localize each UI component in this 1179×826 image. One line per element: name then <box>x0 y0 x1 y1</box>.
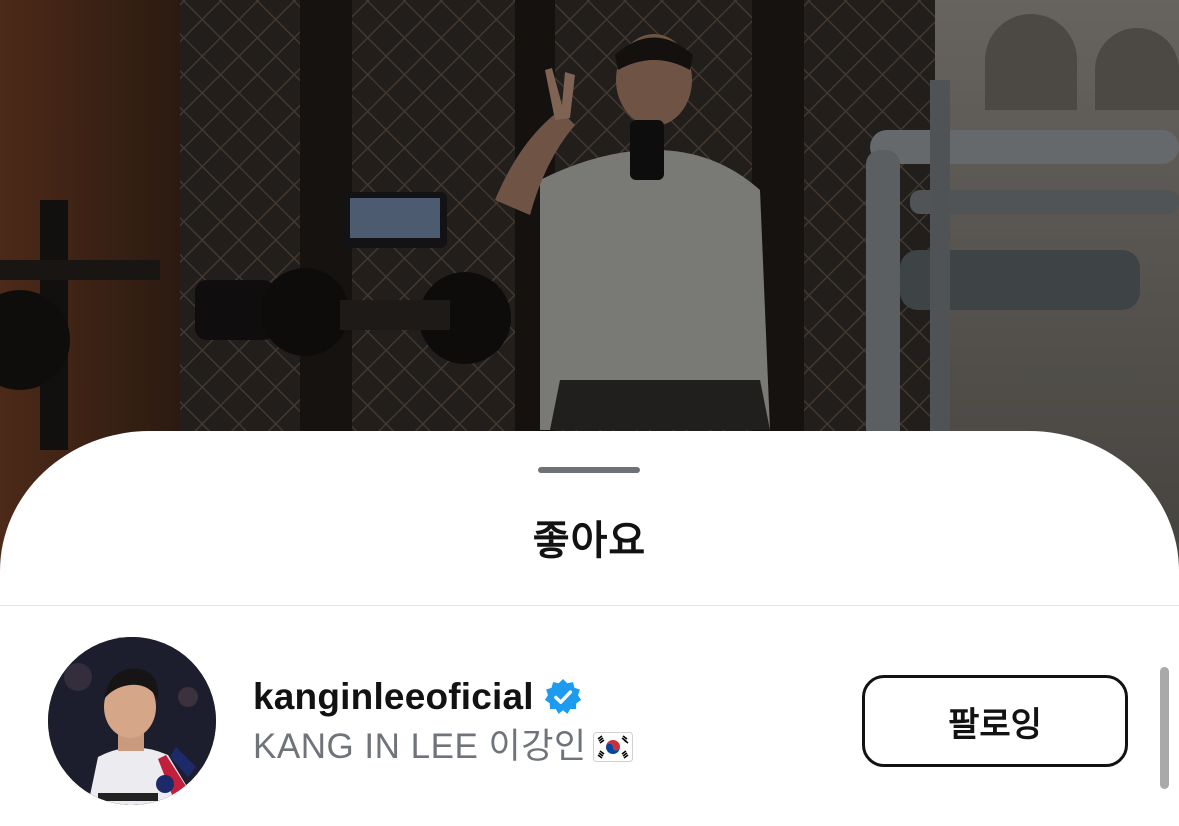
sheet-divider <box>0 605 1179 606</box>
full-name: KANG IN LEE 이강인 <box>253 727 587 766</box>
avatar[interactable] <box>48 637 216 805</box>
sheet-title: 좋아요 <box>532 519 647 563</box>
following-button[interactable]: 팔로잉 <box>862 675 1128 767</box>
list-item[interactable]: kanginleeoficial KANG IN LEE 이강인 팔로잉 <box>0 631 1179 811</box>
username-line[interactable]: kanginleeoficial <box>253 675 582 719</box>
likes-bottom-sheet: 좋아요 kanginleeoficial KANG IN LEE 이강인 팔로잉 <box>0 431 1179 826</box>
sheet-grabber-handle[interactable] <box>538 467 640 473</box>
full-name-line: KANG IN LEE 이강인 <box>253 725 633 769</box>
scrollbar[interactable] <box>1160 667 1169 789</box>
south-korea-flag-icon <box>592 732 633 762</box>
likes-screen: 좋아요 kanginleeoficial KANG IN LEE 이강인 팔로잉 <box>0 0 1179 826</box>
verified-badge-icon <box>544 678 582 716</box>
username[interactable]: kanginleeoficial <box>253 675 534 719</box>
